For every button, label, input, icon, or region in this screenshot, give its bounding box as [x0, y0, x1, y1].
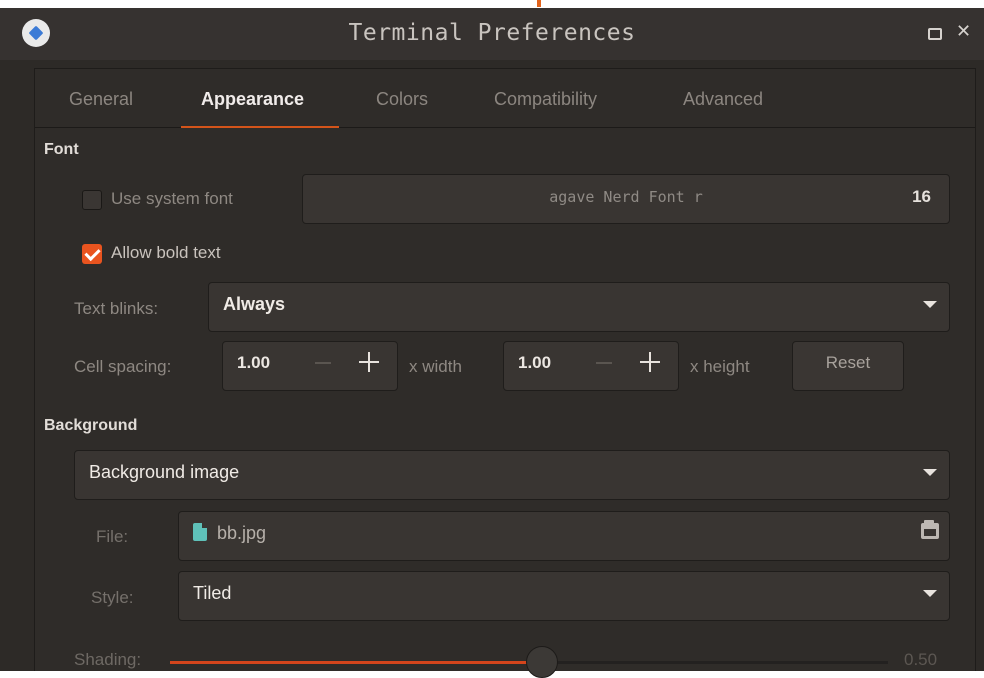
- style-value: Tiled: [193, 583, 232, 603]
- decrement-icon[interactable]: [315, 362, 331, 364]
- style-label: Style:: [91, 588, 134, 607]
- tab-bar: General Appearance Colors Compatibility …: [35, 69, 975, 128]
- cell-height-spinbutton[interactable]: 1.00: [503, 341, 679, 391]
- tab-colors[interactable]: Colors: [376, 89, 428, 110]
- tab-advanced[interactable]: Advanced: [683, 89, 763, 110]
- font-section-heading: Font: [44, 141, 79, 158]
- background-mode-combo[interactable]: Background image: [74, 450, 950, 500]
- preferences-window: Terminal Preferences ✕ General Appearanc…: [0, 8, 984, 671]
- chevron-down-icon: [923, 301, 937, 308]
- file-chooser[interactable]: bb.jpg: [178, 511, 950, 561]
- style-combo[interactable]: Tiled: [178, 571, 950, 621]
- cell-height-suffix: x height: [690, 357, 750, 376]
- file-name: bb.jpg: [217, 523, 267, 543]
- file-label: File:: [96, 527, 129, 546]
- shading-value: 0.50: [904, 650, 938, 669]
- use-system-font-label[interactable]: Use system font: [111, 189, 233, 209]
- reset-spacing-button[interactable]: Reset: [792, 341, 904, 391]
- tab-appearance[interactable]: Appearance: [201, 89, 304, 110]
- close-icon[interactable]: ✕: [956, 22, 971, 42]
- chevron-down-icon: [923, 469, 937, 476]
- shading-label: Shading:: [74, 650, 142, 669]
- background-mode-value: Background image: [89, 462, 240, 482]
- open-folder-icon[interactable]: [921, 520, 939, 539]
- top-accent-mark: [537, 0, 541, 7]
- font-name: agave Nerd Font r: [549, 188, 703, 206]
- text-blinks-value: Always: [223, 294, 286, 314]
- shading-slider-handle[interactable]: [526, 646, 558, 678]
- text-blinks-combo[interactable]: Always: [208, 282, 950, 332]
- shading-slider-fill: [170, 661, 542, 664]
- cell-spacing-label: Cell spacing:: [74, 357, 172, 376]
- cell-height-value: 1.00: [518, 353, 552, 372]
- title-bar[interactable]: Terminal Preferences ✕: [0, 8, 984, 60]
- font-chooser-button[interactable]: agave Nerd Font r 16: [302, 174, 950, 224]
- shading-slider-track[interactable]: [542, 661, 888, 664]
- font-size: 16: [912, 187, 931, 206]
- cell-width-value: 1.00: [237, 353, 271, 372]
- chevron-down-icon: [923, 590, 937, 597]
- decrement-icon[interactable]: [596, 362, 612, 364]
- tab-general[interactable]: General: [69, 89, 133, 110]
- use-system-font-checkbox[interactable]: [82, 190, 102, 210]
- background-section-heading: Background: [44, 417, 138, 434]
- allow-bold-label[interactable]: Allow bold text: [111, 243, 221, 263]
- window-title: Terminal Preferences: [348, 20, 636, 46]
- maximize-icon[interactable]: [928, 28, 942, 40]
- tab-compatibility[interactable]: Compatibility: [494, 89, 597, 110]
- cell-width-spinbutton[interactable]: 1.00: [222, 341, 398, 391]
- increment-icon[interactable]: [357, 350, 381, 374]
- cell-width-suffix: x width: [409, 357, 462, 376]
- text-blinks-label: Text blinks:: [74, 299, 159, 318]
- allow-bold-checkbox[interactable]: [82, 244, 102, 264]
- active-tab-indicator: [181, 126, 339, 128]
- increment-icon[interactable]: [638, 350, 662, 374]
- image-file-icon: [193, 523, 207, 541]
